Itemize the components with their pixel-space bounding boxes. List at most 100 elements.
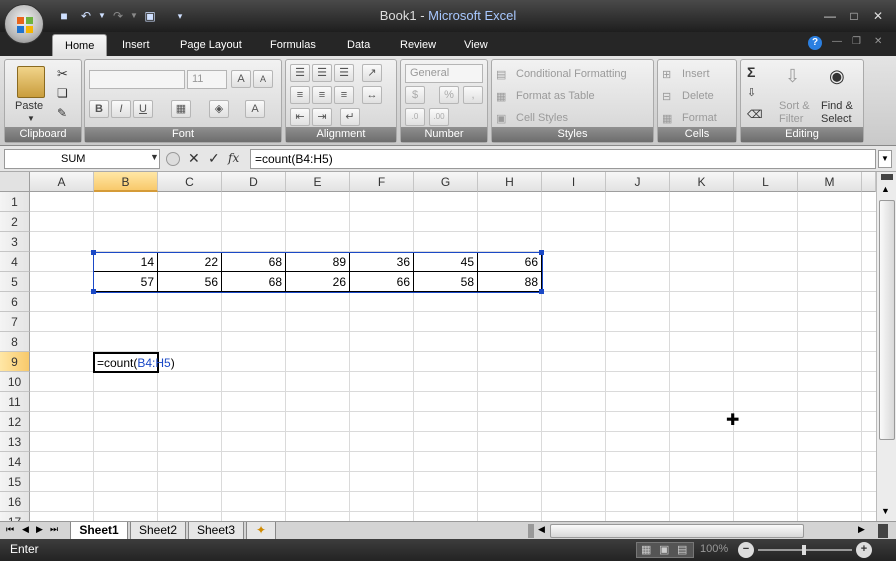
vertical-scrollbar[interactable]: ▲ ▼ bbox=[876, 172, 896, 521]
scroll-down-icon[interactable]: ▼ bbox=[881, 506, 890, 516]
align-center-icon[interactable]: ≡ bbox=[312, 86, 332, 104]
font-name-field[interactable] bbox=[89, 70, 185, 89]
formula-input[interactable]: =count(B4:H5) bbox=[250, 149, 876, 169]
cut-icon[interactable]: ✂ bbox=[57, 66, 68, 82]
minimize-button[interactable]: — bbox=[820, 8, 840, 24]
cancel-entry-icon[interactable]: ✕ bbox=[188, 150, 200, 167]
copy-icon[interactable]: ❏ bbox=[57, 86, 68, 100]
row-header-15[interactable]: 15 bbox=[0, 472, 30, 492]
cell-h5[interactable]: 88 bbox=[478, 272, 542, 292]
tab-data[interactable]: Data bbox=[335, 34, 382, 56]
accounting-icon[interactable]: $ bbox=[405, 86, 425, 104]
percent-icon[interactable]: % bbox=[439, 86, 459, 104]
insert-function-icon[interactable]: fx bbox=[228, 151, 239, 165]
tab-view[interactable]: View bbox=[452, 34, 500, 56]
column-header-l[interactable]: L bbox=[734, 172, 798, 192]
column-header-h[interactable]: H bbox=[478, 172, 542, 192]
zoom-in-icon[interactable]: + bbox=[856, 542, 872, 558]
cell-b4[interactable]: 14 bbox=[94, 252, 158, 272]
column-header-a[interactable]: A bbox=[30, 172, 94, 192]
row-header-12[interactable]: 12 bbox=[0, 412, 30, 432]
shrink-font-button[interactable]: A bbox=[253, 70, 273, 88]
fill-color-icon[interactable]: ◈ bbox=[209, 100, 229, 118]
row-header-5[interactable]: 5 bbox=[0, 272, 30, 292]
maximize-button[interactable]: □ bbox=[844, 8, 864, 24]
customize-toolbar-icon[interactable]: ▾ bbox=[172, 8, 188, 24]
first-sheet-icon[interactable]: ⏮ bbox=[6, 524, 14, 535]
sort-filter-label-1[interactable]: Sort & bbox=[779, 100, 810, 112]
row-header-16[interactable]: 16 bbox=[0, 492, 30, 512]
normal-view-icon[interactable]: ▦ bbox=[641, 543, 651, 556]
sheet-tab-sheet2[interactable]: Sheet2 bbox=[130, 522, 186, 540]
grow-font-button[interactable]: A bbox=[231, 70, 251, 88]
redo-icon[interactable]: ↷ bbox=[110, 8, 126, 24]
cell-e4[interactable]: 89 bbox=[286, 252, 350, 272]
range-handle[interactable] bbox=[91, 289, 96, 294]
cell-g5[interactable]: 58 bbox=[414, 272, 478, 292]
tab-page-layout[interactable]: Page Layout bbox=[168, 34, 254, 56]
fill-icon[interactable]: ⇩ bbox=[747, 86, 756, 99]
increase-decimal-icon[interactable]: .0 bbox=[405, 108, 425, 126]
range-handle[interactable] bbox=[91, 250, 96, 255]
row-header-7[interactable]: 7 bbox=[0, 312, 30, 332]
row-header-9[interactable]: 9 bbox=[0, 352, 30, 372]
column-header-i[interactable]: I bbox=[542, 172, 606, 192]
align-bottom-icon[interactable]: ☰ bbox=[334, 64, 354, 82]
number-format-dropdown[interactable]: General bbox=[405, 64, 483, 83]
undo-icon[interactable]: ↶ bbox=[78, 8, 94, 24]
name-box-dropdown-icon[interactable]: ▼ bbox=[150, 152, 159, 162]
sort-filter-label-2[interactable]: Filter bbox=[779, 113, 803, 125]
cell-d5[interactable]: 68 bbox=[222, 272, 286, 292]
cell-styles-button[interactable]: Cell Styles bbox=[516, 112, 568, 124]
find-select-label-2[interactable]: Select bbox=[821, 113, 852, 125]
vertical-scroll-thumb[interactable] bbox=[879, 200, 895, 440]
format-cells-button[interactable]: Format bbox=[682, 112, 717, 124]
row-header-3[interactable]: 3 bbox=[0, 232, 30, 252]
row-header-1[interactable]: 1 bbox=[0, 192, 30, 212]
active-cell-b9[interactable]: =count(B4:H5) bbox=[93, 352, 175, 373]
cell-b5[interactable]: 57 bbox=[94, 272, 158, 292]
cell-c4[interactable]: 22 bbox=[158, 252, 222, 272]
column-header-b[interactable]: B bbox=[94, 172, 158, 192]
decrease-indent-icon[interactable]: ⇤ bbox=[290, 108, 310, 126]
row-header-17[interactable]: 17 bbox=[0, 512, 30, 521]
increase-indent-icon[interactable]: ⇥ bbox=[312, 108, 332, 126]
column-header-n[interactable] bbox=[862, 172, 876, 192]
name-box[interactable]: SUM bbox=[4, 149, 160, 169]
expand-formula-bar-icon[interactable]: ▼ bbox=[878, 150, 892, 168]
paste-button[interactable]: Paste bbox=[15, 100, 43, 112]
clear-icon[interactable]: ⌫ bbox=[747, 108, 763, 121]
undo-dropdown-icon[interactable]: ▼ bbox=[94, 8, 110, 24]
scroll-up-icon[interactable]: ▲ bbox=[881, 184, 890, 194]
row-header-8[interactable]: 8 bbox=[0, 332, 30, 352]
cell-g4[interactable]: 45 bbox=[414, 252, 478, 272]
row-header-4[interactable]: 4 bbox=[0, 252, 30, 272]
cell-f4[interactable]: 36 bbox=[350, 252, 414, 272]
format-painter-icon[interactable]: ✎ bbox=[57, 106, 67, 120]
paste-icon[interactable] bbox=[17, 66, 45, 98]
save-icon[interactable]: ■ bbox=[56, 8, 72, 24]
next-sheet-icon[interactable]: ▶ bbox=[36, 524, 43, 535]
format-as-table-button[interactable]: Format as Table bbox=[516, 90, 595, 102]
workbook-minimize-button[interactable]: — bbox=[832, 36, 842, 47]
column-header-m[interactable]: M bbox=[798, 172, 862, 192]
row-header-14[interactable]: 14 bbox=[0, 452, 30, 472]
comma-icon[interactable]: , bbox=[463, 86, 483, 104]
find-select-label-1[interactable]: Find & bbox=[821, 100, 853, 112]
page-break-view-icon[interactable]: ▤ bbox=[677, 543, 687, 556]
scroll-right-icon[interactable]: ▶ bbox=[858, 524, 865, 535]
cell-d4[interactable]: 68 bbox=[222, 252, 286, 272]
borders-icon[interactable]: ▦ bbox=[171, 100, 191, 118]
sheet-tab-sheet1[interactable]: Sheet1 bbox=[70, 522, 128, 540]
worksheet-grid[interactable]: A B C D E F G H I J K L M 1 2 3 4 5 6 7 … bbox=[0, 172, 876, 521]
align-left-icon[interactable]: ≡ bbox=[290, 86, 310, 104]
cell-e5[interactable]: 26 bbox=[286, 272, 350, 292]
align-middle-icon[interactable]: ☰ bbox=[312, 64, 332, 82]
zoom-level[interactable]: 100% bbox=[700, 543, 728, 555]
font-color-icon[interactable]: A bbox=[245, 100, 265, 118]
print-preview-icon[interactable]: ▣ bbox=[142, 8, 158, 24]
column-header-c[interactable]: C bbox=[158, 172, 222, 192]
align-right-icon[interactable]: ≡ bbox=[334, 86, 354, 104]
help-icon[interactable]: ? bbox=[808, 36, 822, 50]
align-top-icon[interactable]: ☰ bbox=[290, 64, 310, 82]
